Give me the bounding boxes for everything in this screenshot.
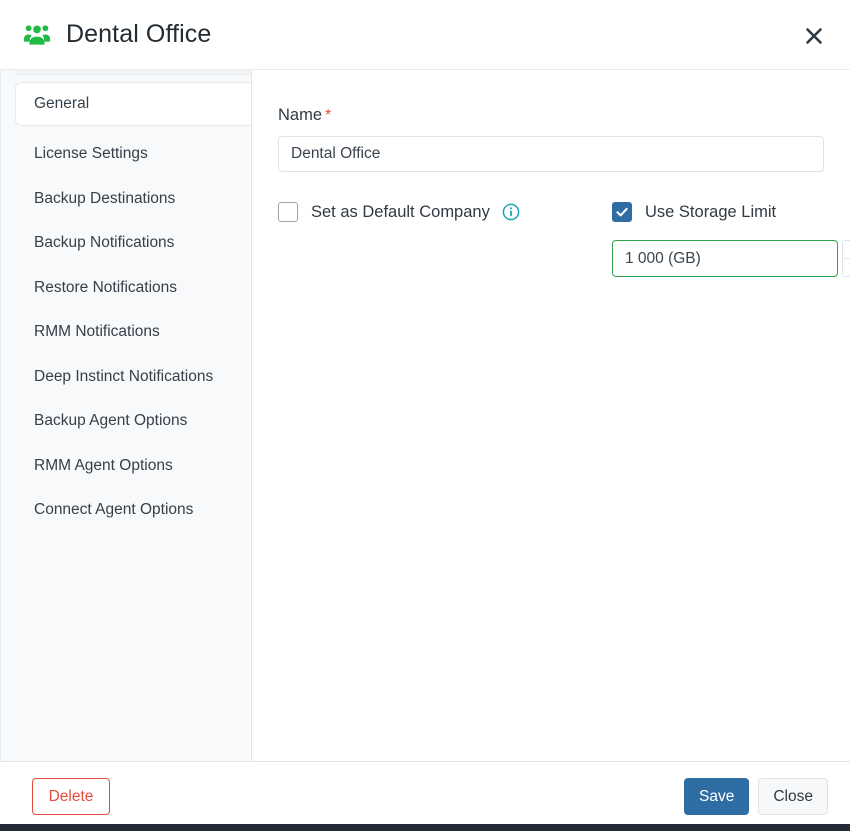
bottom-status-bar — [0, 824, 850, 831]
default-company-check-line: Set as Default Company — [278, 200, 612, 224]
sidebar-item-connect-agent-options[interactable]: Connect Agent Options — [1, 488, 251, 532]
sidebar-item-backup-notifications[interactable]: Backup Notifications — [1, 221, 251, 265]
company-name-input[interactable] — [278, 136, 824, 172]
footer-actions: Save Close — [684, 778, 828, 815]
general-settings-panel: Name* Set as Default Company — [252, 70, 850, 761]
info-circle-icon[interactable] — [502, 203, 520, 221]
sidebar-item-label: License Settings — [34, 145, 148, 163]
storage-decrement-button[interactable]: – — [843, 258, 850, 276]
stepper-buttons: + – — [842, 240, 850, 277]
delete-button[interactable]: Delete — [32, 778, 110, 815]
storage-limit-check-line: Use Storage Limit — [612, 200, 833, 224]
page-title: Dental Office — [66, 20, 212, 48]
sidebar-item-backup-agent-options[interactable]: Backup Agent Options — [1, 399, 251, 443]
users-group-icon — [22, 20, 52, 50]
sidebar-top-divider — [15, 70, 251, 75]
name-label-text: Name — [278, 106, 323, 124]
close-icon[interactable] — [798, 20, 830, 52]
sidebar-item-label: General — [34, 95, 90, 112]
sidebar-item-rmm-agent-options[interactable]: RMM Agent Options — [1, 444, 251, 488]
sidebar-item-label: RMM Agent Options — [34, 456, 173, 474]
modal-body: General License Settings Backup Destinat… — [0, 70, 850, 762]
storage-increment-button[interactable]: + — [843, 241, 850, 259]
storage-limit-group: Use Storage Limit + – — [612, 200, 850, 277]
sidebar-item-label: Connect Agent Options — [34, 501, 194, 519]
required-marker: * — [325, 107, 332, 124]
company-settings-modal: Dental Office General License Settings B… — [0, 0, 850, 831]
use-storage-limit-label: Use Storage Limit — [645, 202, 777, 221]
settings-sidebar: General License Settings Backup Destinat… — [0, 70, 252, 761]
sidebar-item-rmm-notifications[interactable]: RMM Notifications — [1, 310, 251, 354]
sidebar-item-label: Backup Notifications — [34, 234, 175, 252]
default-company-group: Set as Default Company — [278, 200, 612, 224]
modal-footer: Delete Save Close — [0, 762, 850, 831]
sidebar-item-license-settings[interactable]: License Settings — [1, 132, 251, 176]
name-field-label: Name * — [278, 106, 824, 125]
save-button[interactable]: Save — [684, 778, 750, 815]
sidebar-item-label: Restore Notifications — [34, 278, 178, 296]
options-row: Set as Default Company Use Storage Limit… — [278, 200, 850, 277]
sidebar-item-label: Backup Destinations — [34, 189, 176, 207]
sidebar-item-general[interactable]: General — [15, 82, 251, 127]
sidebar-item-deep-instinct-notifications[interactable]: Deep Instinct Notifications — [1, 355, 251, 399]
storage-limit-stepper: + – — [612, 240, 850, 277]
sidebar-item-label: Deep Instinct Notifications — [34, 367, 214, 385]
set-default-company-label: Set as Default Company — [311, 202, 490, 221]
close-button[interactable]: Close — [758, 778, 828, 815]
sidebar-item-label: RMM Notifications — [34, 323, 160, 341]
storage-limit-input[interactable] — [612, 240, 838, 277]
set-default-company-checkbox[interactable] — [278, 202, 298, 222]
sidebar-item-backup-destinations[interactable]: Backup Destinations — [1, 177, 251, 221]
sidebar-item-restore-notifications[interactable]: Restore Notifications — [1, 266, 251, 310]
sidebar-item-label: Backup Agent Options — [34, 412, 188, 430]
use-storage-limit-checkbox[interactable] — [612, 202, 632, 222]
modal-header: Dental Office — [0, 0, 850, 70]
